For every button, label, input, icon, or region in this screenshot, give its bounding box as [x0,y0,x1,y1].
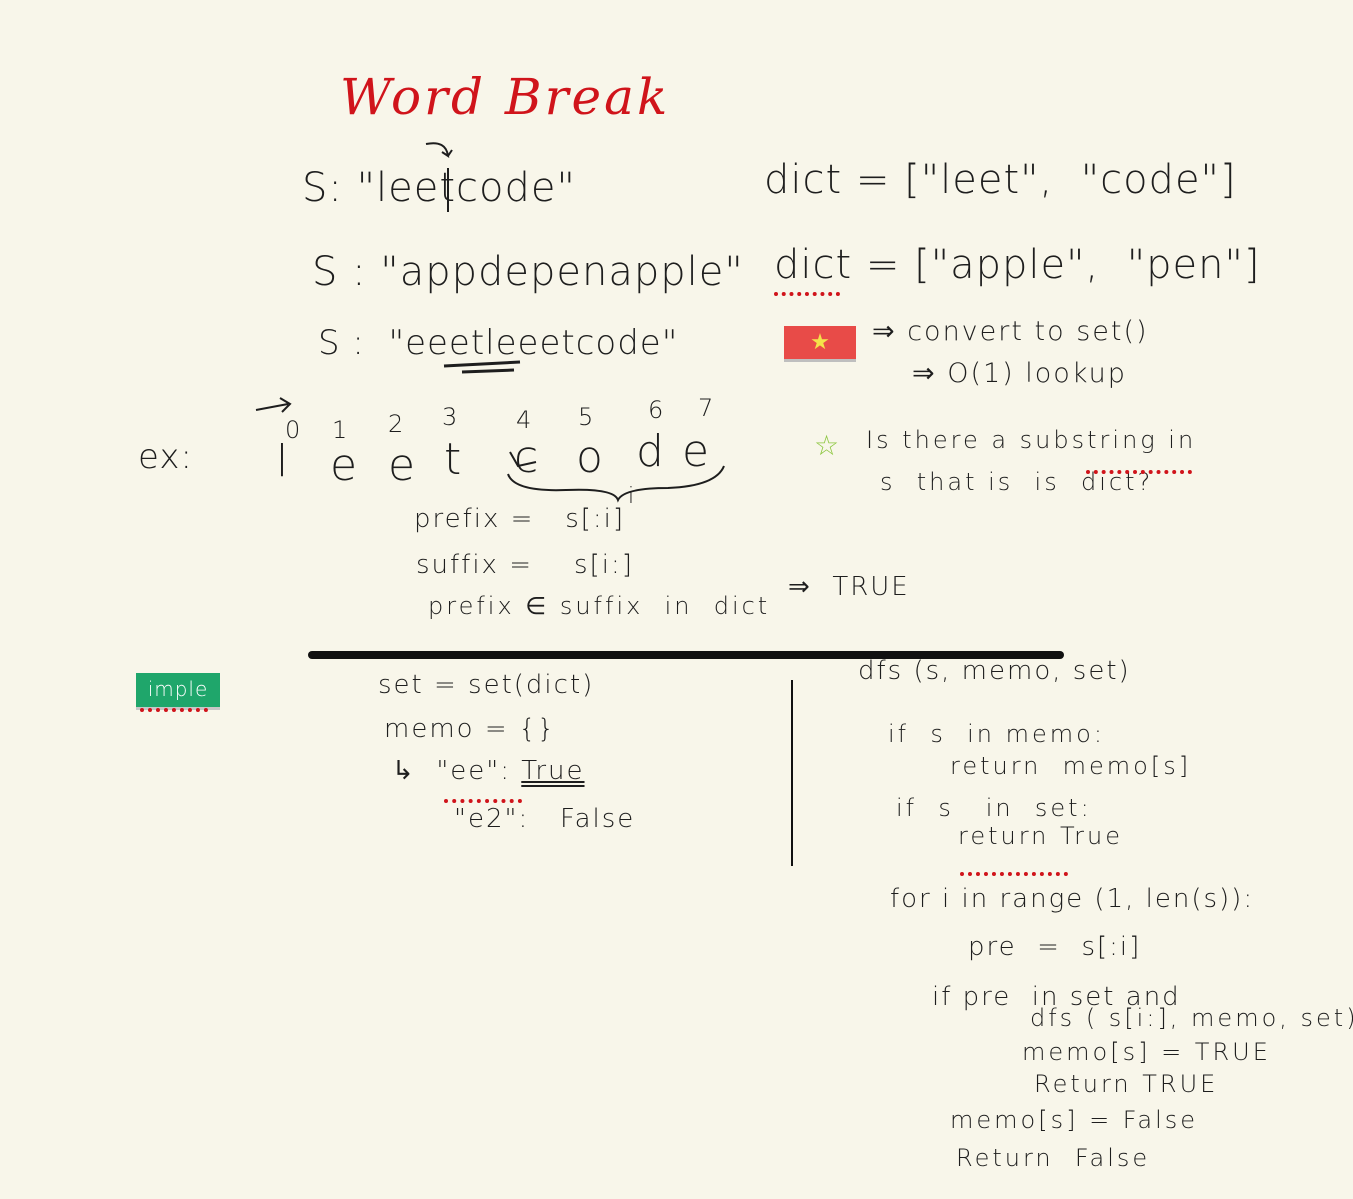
underline-stroke [461,368,515,374]
suffix-brace [507,465,725,503]
pointer-arrow-icon [425,142,453,159]
underline-stroke [443,360,521,368]
letter-underline [509,451,537,468]
pen-strokes [255,142,725,503]
index-arrow-icon [255,397,292,413]
